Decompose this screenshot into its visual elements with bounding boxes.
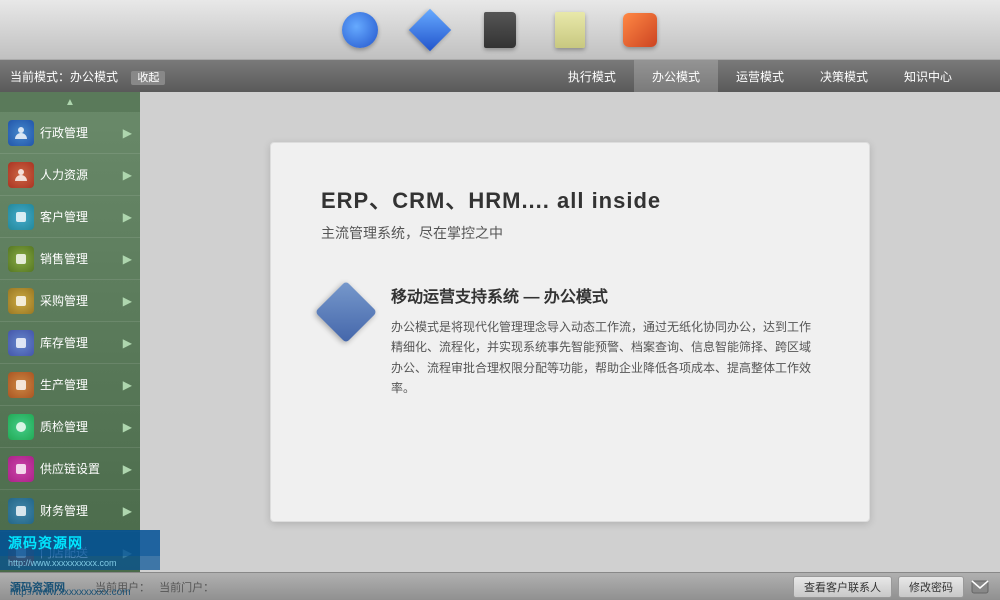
bottom-bar: 源码资源网 http://www.xxxxxxxxxx.com 当前用户： 当前… <box>0 572 1000 600</box>
supplier-icon <box>8 456 34 482</box>
sidebar-label-quality: 质检管理 <box>40 418 123 435</box>
sidebar-arrow-quality: ▶ <box>123 420 132 434</box>
up-arrow-icon: ▲ <box>65 97 75 108</box>
tab-knowledge[interactable]: 知识中心 <box>886 60 970 92</box>
sidebar-item-customer[interactable]: 客户管理 ▶ <box>0 196 140 238</box>
bottom-right-area: 查看客户联系人 修改密码 <box>793 576 990 598</box>
sidebar-item-store-delivery[interactable]: 门店配送 ▶ <box>0 532 140 572</box>
sidebar-item-purchase[interactable]: 采购管理 ▶ <box>0 280 140 322</box>
purchase-icon <box>8 288 34 314</box>
sidebar-item-production[interactable]: 生产管理 ▶ <box>0 364 140 406</box>
tab-office[interactable]: 办公模式 <box>634 60 718 92</box>
section-body: 办公模式是将现代化管理理念导入动态工作流，通过无纸化协同办公，达到工作精细化、流… <box>391 317 819 399</box>
card-section: 移动运营支持系统 — 办公模式 办公模式是将现代化管理理念导入动态工作流，通过无… <box>321 283 819 399</box>
current-mode-label: 当前模式：办公模式 收起 <box>10 68 175 85</box>
main-content: ERP、CRM、HRM.... all inside 主流管理系统，尽在掌控之中… <box>140 92 1000 572</box>
sidebar-label-inventory: 库存管理 <box>40 334 123 351</box>
sidebar-label-finance: 财务管理 <box>40 502 123 519</box>
sidebar-arrow-purchase: ▶ <box>123 294 132 308</box>
inventory-icon <box>8 330 34 356</box>
sidebar-item-quality[interactable]: 质检管理 ▶ <box>0 406 140 448</box>
customer-icon <box>8 204 34 230</box>
collapse-button[interactable]: 收起 <box>131 71 165 85</box>
hr-icon <box>8 162 34 188</box>
sidebar: ▲ 行政管理 ▶ 人力资源 ▶ 客户管理 ▶ <box>0 92 140 572</box>
sidebar-arrow-finance: ▶ <box>123 504 132 518</box>
card-subtitle: 主流管理系统，尽在掌控之中 <box>321 223 503 243</box>
current-mode-text: 当前模式：办公模式 <box>10 70 118 84</box>
sidebar-arrow-production: ▶ <box>123 378 132 392</box>
tab-ops[interactable]: 运营模式 <box>718 60 802 92</box>
sidebar-label-purchase: 采购管理 <box>40 292 123 309</box>
doc-nav-icon[interactable] <box>550 10 590 50</box>
sidebar-label-customer: 客户管理 <box>40 208 123 225</box>
tab-decision[interactable]: 决策模式 <box>802 60 886 92</box>
sidebar-item-admin[interactable]: 行政管理 ▶ <box>0 112 140 154</box>
sidebar-item-inventory[interactable]: 库存管理 ▶ <box>0 322 140 364</box>
finance-icon <box>8 498 34 524</box>
sidebar-label-sales: 销售管理 <box>40 250 123 267</box>
content-card: ERP、CRM、HRM.... all inside 主流管理系统，尽在掌控之中… <box>270 142 870 522</box>
store-delivery-icon <box>8 540 34 566</box>
tab-execute[interactable]: 执行模式 <box>550 60 634 92</box>
sidebar-arrow-admin: ▶ <box>123 126 132 140</box>
admin-icon <box>8 120 34 146</box>
quality-icon <box>8 414 34 440</box>
sidebar-arrow-supplier: ▶ <box>123 462 132 476</box>
sidebar-item-finance[interactable]: 财务管理 ▶ <box>0 490 140 532</box>
book-nav-icon[interactable] <box>480 10 520 50</box>
sidebar-label-hr: 人力资源 <box>40 166 123 183</box>
change-password-button[interactable]: 修改密码 <box>898 576 964 598</box>
main-layout: ▲ 行政管理 ▶ 人力资源 ▶ 客户管理 ▶ <box>0 92 1000 572</box>
top-icons <box>340 10 660 50</box>
cube-nav-icon[interactable] <box>620 10 660 50</box>
globe-nav-icon[interactable] <box>340 10 380 50</box>
bottom-left-area: 源码资源网 http://www.xxxxxxxxxx.com <box>10 579 65 595</box>
production-icon <box>8 372 34 398</box>
card-title: ERP、CRM、HRM.... all inside <box>321 183 661 215</box>
sidebar-label-admin: 行政管理 <box>40 124 123 141</box>
sidebar-item-sales[interactable]: 销售管理 ▶ <box>0 238 140 280</box>
top-bar <box>0 0 1000 60</box>
sidebar-scroll-up[interactable]: ▲ <box>0 92 140 112</box>
section-icon <box>321 287 371 337</box>
sidebar-item-supplier[interactable]: 供应链设置 ▶ <box>0 448 140 490</box>
section-diamond-icon <box>315 281 377 343</box>
sidebar-arrow-sales: ▶ <box>123 252 132 266</box>
sidebar-label-production: 生产管理 <box>40 376 123 393</box>
card-section-text: 移动运营支持系统 — 办公模式 办公模式是将现代化管理理念导入动态工作流，通过无… <box>391 283 819 399</box>
mode-tabs: 执行模式 办公模式 运营模式 决策模式 知识中心 <box>550 60 970 92</box>
sidebar-arrow-inventory: ▶ <box>123 336 132 350</box>
section-heading: 移动运营支持系统 — 办公模式 <box>391 283 819 307</box>
sidebar-label-store-delivery: 门店配送 <box>40 544 123 561</box>
sidebar-item-hr[interactable]: 人力资源 ▶ <box>0 154 140 196</box>
sidebar-arrow-hr: ▶ <box>123 168 132 182</box>
sidebar-label-supplier: 供应链设置 <box>40 460 123 477</box>
sidebar-arrow-store-delivery: ▶ <box>123 546 132 560</box>
diamond-nav-icon[interactable] <box>410 10 450 50</box>
bottom-watermark: http://www.xxxxxxxxxx.com <box>10 587 131 598</box>
sales-icon <box>8 246 34 272</box>
mode-bar: 当前模式：办公模式 收起 执行模式 办公模式 运营模式 决策模式 知识中心 <box>0 60 1000 92</box>
sidebar-arrow-customer: ▶ <box>123 210 132 224</box>
view-contacts-button[interactable]: 查看客户联系人 <box>793 576 892 598</box>
email-icon[interactable] <box>970 579 990 595</box>
